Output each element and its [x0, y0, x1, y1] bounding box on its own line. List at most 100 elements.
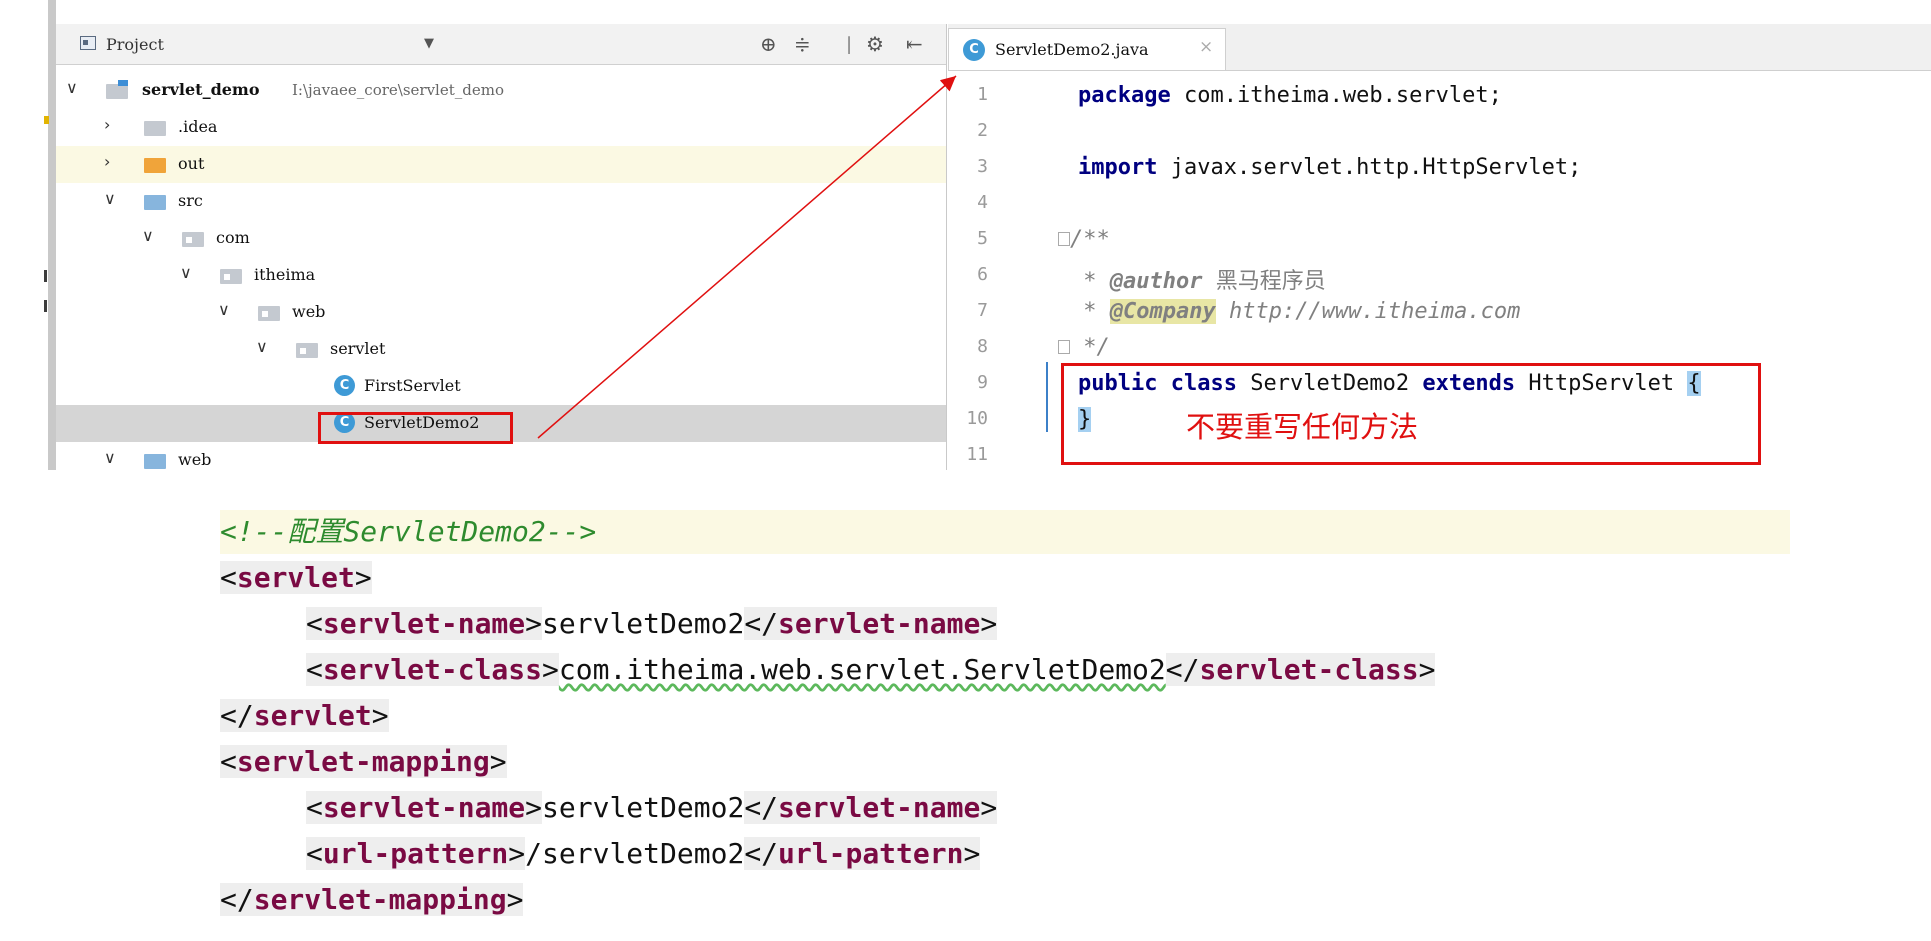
xml-value: servletDemo2	[542, 607, 745, 640]
text-caret-bar	[1046, 362, 1048, 432]
code-line: 4	[948, 186, 1931, 222]
comment-text: * @Company http://www.itheima.com	[1070, 299, 1520, 324]
comment-star: *	[1070, 269, 1110, 294]
locate-icon[interactable]: ⊕	[760, 32, 777, 56]
module-folder-icon	[106, 80, 128, 99]
tree-item-src[interactable]: ∨ src	[56, 183, 946, 220]
code-line: 1 package com.itheima.web.servlet;	[948, 78, 1931, 114]
line-number: 2	[977, 120, 988, 141]
xml-comment: <!--配置ServletDemo2-->	[220, 510, 1790, 554]
hide-panel-icon[interactable]: ⇤	[906, 32, 923, 56]
tree-item-idea[interactable]: › .idea	[56, 109, 946, 146]
xml-line-servlet-class: <servlet-class>com.itheima.web.servlet.S…	[306, 653, 1436, 686]
line-number: 3	[977, 156, 988, 177]
xml-tag: servlet-class	[1199, 653, 1419, 686]
tree-item-servlet[interactable]: ∨ servlet	[56, 331, 946, 368]
tree-item-label: web	[178, 450, 212, 469]
close-icon[interactable]: ×	[1199, 37, 1213, 57]
xml-tag: url-pattern	[322, 837, 509, 870]
class-icon: C	[334, 375, 355, 396]
line-number: 9	[977, 372, 988, 393]
code-rest: javax.servlet.http.HttpServlet;	[1157, 155, 1582, 180]
tree-item-com[interactable]: ∨ com	[56, 220, 946, 257]
code-line: 3 import javax.servlet.http.HttpServlet;	[948, 150, 1931, 186]
tree-item-label: itheima	[254, 265, 316, 284]
tree-item-label: web	[292, 302, 326, 321]
bookmark-marker	[44, 116, 49, 124]
folder-icon	[144, 121, 166, 136]
tree-item-web-root[interactable]: ∨ web	[56, 442, 946, 470]
code-line: 8 */	[948, 330, 1931, 366]
xml-line-servlet-name: <servlet-name>servletDemo2</servlet-name…	[306, 607, 998, 640]
chevron-down-icon[interactable]: ∨	[66, 78, 78, 97]
gear-icon[interactable]: ⚙	[866, 32, 884, 56]
collapse-all-icon[interactable]: ≑	[794, 32, 811, 56]
javadoc-value: http://www.itheima.com	[1215, 299, 1521, 324]
tree-item-firstservlet[interactable]: C FirstServlet	[56, 368, 946, 405]
chevron-down-icon[interactable]: ▼	[424, 36, 434, 51]
fold-icon[interactable]	[1058, 340, 1070, 354]
fold-icon[interactable]	[1058, 232, 1070, 246]
code-line: 2	[948, 114, 1931, 150]
code-text: package com.itheima.web.servlet;	[1078, 83, 1502, 108]
line-number: 6	[977, 264, 988, 285]
xml-tag: servlet-name	[778, 607, 981, 640]
comment-star: *	[1070, 299, 1110, 324]
xml-tag: url-pattern	[778, 837, 964, 870]
keyword: package	[1078, 83, 1171, 108]
project-panel-header: Project ▼ ⊕ ≑ | ⚙ ⇤	[56, 24, 946, 65]
tree-item-itheima[interactable]: ∨ itheima	[56, 257, 946, 294]
xml-tag: servlet-name	[322, 607, 526, 640]
javadoc-tag: @Company	[1109, 299, 1216, 324]
selection-highlight-box	[318, 412, 513, 444]
xml-line-url-pattern: <url-pattern>/servletDemo2</url-pattern>	[306, 837, 981, 870]
code-editor: C ServletDemo2.java × 1 package com.ithe…	[948, 24, 1931, 470]
chevron-down-icon[interactable]: ∨	[104, 189, 116, 208]
chevron-right-icon[interactable]: ›	[104, 152, 110, 171]
xml-config-snippet: <!--配置ServletDemo2--> <servlet> <servlet…	[220, 510, 1790, 930]
xml-tag: servlet	[253, 699, 372, 732]
comment-text: * @author 黑马程序员	[1070, 263, 1325, 295]
line-number: 7	[977, 300, 988, 321]
tree-item-web[interactable]: ∨ web	[56, 294, 946, 331]
xml-line-servlet-close: </servlet>	[220, 699, 389, 732]
line-number: 1	[977, 84, 988, 105]
editor-tab-bar: C ServletDemo2.java ×	[948, 24, 1931, 71]
tree-item-label: src	[178, 191, 203, 210]
project-icon	[80, 36, 96, 50]
chevron-down-icon[interactable]: ∨	[256, 337, 268, 356]
keyword: import	[1078, 155, 1158, 180]
annotation-note: 不要重写任何方法	[1186, 410, 1419, 444]
ide-screenshot: Project ▼ ⊕ ≑ | ⚙ ⇤ ∨ servlet_demo I:\ja…	[0, 0, 1931, 470]
chevron-down-icon[interactable]: ∨	[104, 448, 116, 467]
tree-item-path: I:\javaee_core\servlet_demo	[292, 81, 504, 99]
package-icon	[296, 343, 318, 358]
code-line: 6 * @author 黑马程序员	[948, 258, 1931, 294]
tree-item-out[interactable]: › out	[56, 146, 946, 183]
xml-value: /servletDemo2	[525, 837, 745, 870]
chevron-down-icon[interactable]: ∨	[180, 263, 192, 282]
chevron-down-icon[interactable]: ∨	[142, 226, 154, 245]
chevron-right-icon[interactable]: ›	[104, 115, 110, 134]
project-panel-title[interactable]: Project	[106, 35, 164, 54]
package-icon	[220, 269, 242, 284]
code-line: 7 * @Company http://www.itheima.com	[948, 294, 1931, 330]
xml-value: com.itheima.web.servlet.ServletDemo2	[558, 653, 1166, 686]
source-folder-icon	[144, 195, 166, 210]
line-number: 5	[977, 228, 988, 249]
code-text: import javax.servlet.http.HttpServlet;	[1078, 155, 1581, 180]
code-rest: com.itheima.web.servlet;	[1170, 83, 1502, 108]
xml-line-mapping-open: <servlet-mapping>	[220, 745, 507, 778]
xml-tag: servlet-name	[778, 791, 981, 824]
tree-item-servlet-demo[interactable]: ∨ servlet_demo I:\javaee_core\servlet_de…	[56, 72, 946, 109]
folder-icon	[144, 158, 166, 173]
chevron-down-icon[interactable]: ∨	[218, 300, 230, 319]
tree-item-label: servlet_demo	[142, 80, 260, 99]
divider: |	[846, 34, 853, 55]
package-icon	[258, 306, 280, 321]
xml-tag: servlet-mapping	[253, 883, 507, 916]
tree-item-label: FirstServlet	[364, 376, 461, 395]
tab-servletdemo2-java[interactable]: C ServletDemo2.java ×	[948, 28, 1226, 70]
xml-value: servletDemo2	[542, 791, 745, 824]
tree-item-label: com	[216, 228, 250, 247]
